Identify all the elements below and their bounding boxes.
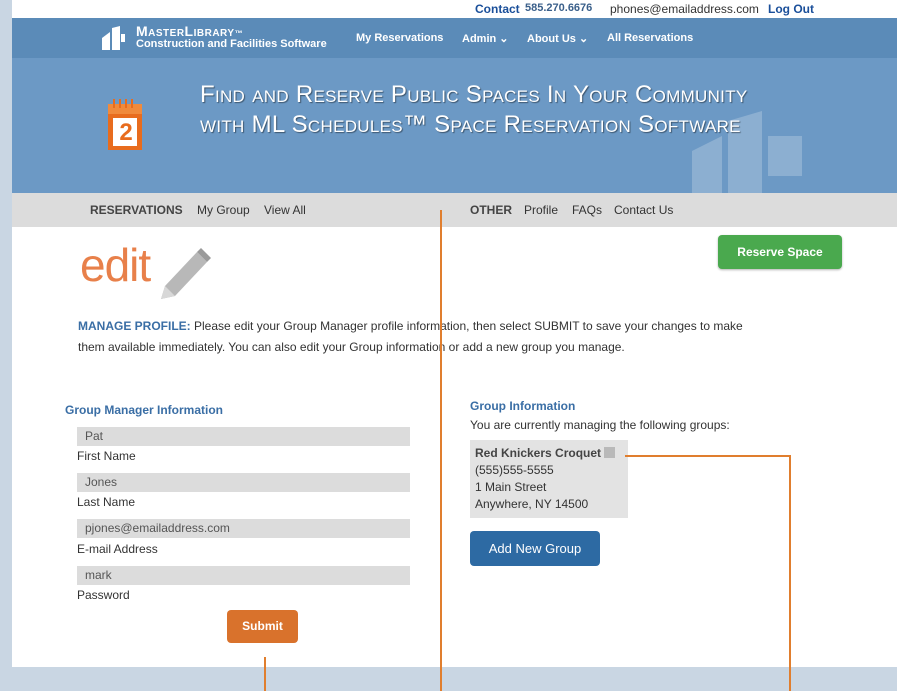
contact-us-link[interactable]: Contact Us <box>614 203 673 217</box>
email-label: E-mail Address <box>77 542 158 556</box>
email-input[interactable]: pjones@emailaddress.com <box>77 519 410 538</box>
calendar-number: 2 <box>119 119 133 146</box>
group-name: Red Knickers Croquet <box>475 446 602 460</box>
password-label: Password <box>77 588 130 602</box>
pencil-icon <box>161 248 211 299</box>
last-name-label: Last Name <box>77 495 136 509</box>
edit-title-text: edit <box>80 239 151 291</box>
secondary-nav: RESERVATIONS My Group View All OTHER Pro… <box>12 193 897 227</box>
edit-group-icon[interactable] <box>604 447 616 458</box>
nav-all-reservations[interactable]: All Reservations <box>607 32 693 44</box>
group-phone: (555)555-5555 <box>475 463 554 477</box>
my-group-link[interactable]: My Group <box>197 203 250 217</box>
faqs-link[interactable]: FAQs <box>572 203 602 217</box>
utility-bar: Contact 585.270.6676 phones@emailaddress… <box>12 0 897 18</box>
masterlibrary-logo-icon[interactable] <box>100 24 126 52</box>
nav-about-us[interactable]: About Us ⌄ <box>527 32 588 45</box>
first-name-label: First Name <box>77 449 136 463</box>
nav-my-reservations[interactable]: My Reservations <box>356 32 443 44</box>
hero-headline: Find and Reserve Public Spaces In Your C… <box>200 80 748 140</box>
reserve-space-button[interactable]: Reserve Space <box>718 235 842 269</box>
group-manager-heading: Group Manager Information <box>65 403 224 417</box>
manage-profile-label: MANAGE PROFILE: <box>78 319 191 333</box>
group-city: Anywhere, NY 14500 <box>475 497 589 511</box>
last-name-input[interactable]: Jones <box>77 473 410 492</box>
main-nav: MasterLibrary™ Construction and Faciliti… <box>12 18 897 58</box>
group-information-heading: Group Information <box>470 399 576 413</box>
brand[interactable]: MasterLibrary™ Construction and Faciliti… <box>136 23 327 50</box>
profile-link[interactable]: Profile <box>524 203 558 217</box>
page-title: edit <box>80 238 151 292</box>
group-card: Red Knickers Croquet (555)555-5555 1 Mai… <box>470 440 628 518</box>
first-name-input[interactable]: Pat <box>77 427 410 446</box>
callout-line-subnav <box>440 210 442 691</box>
nav-admin[interactable]: Admin ⌄ <box>462 32 509 45</box>
brand-name: MasterLibrary <box>136 23 235 39</box>
managing-groups-text: You are currently managing the following… <box>470 418 730 432</box>
callout-line-submit <box>264 657 266 691</box>
brand-tagline: Construction and Facilities Software <box>136 38 327 50</box>
add-new-group-button[interactable]: Add New Group <box>470 531 600 566</box>
other-heading: OTHER <box>470 203 512 217</box>
hero-line-1: Find and Reserve Public Spaces In Your C… <box>200 81 748 108</box>
reservations-heading: RESERVATIONS <box>90 203 183 217</box>
password-input[interactable]: mark <box>77 566 410 585</box>
hero-line-2: with ML Schedules™ Space Reservation Sof… <box>200 111 741 138</box>
contact-link[interactable]: Contact <box>475 2 520 16</box>
manage-profile-instructions: MANAGE PROFILE: Please edit your Group M… <box>78 316 758 358</box>
submit-button[interactable]: Submit <box>227 610 298 643</box>
callout-line-group-horizontal <box>625 455 790 457</box>
hero-banner: 2 Find and Reserve Public Spaces In Your… <box>12 58 897 196</box>
logout-link[interactable]: Log Out <box>768 2 814 16</box>
view-all-link[interactable]: View All <box>264 203 306 217</box>
trademark: ™ <box>234 29 244 38</box>
email-address: phones@emailaddress.com <box>610 2 759 16</box>
callout-line-group-vertical <box>789 455 791 691</box>
phone-number: 585.270.6676 <box>525 2 593 14</box>
group-street: 1 Main Street <box>475 480 547 494</box>
